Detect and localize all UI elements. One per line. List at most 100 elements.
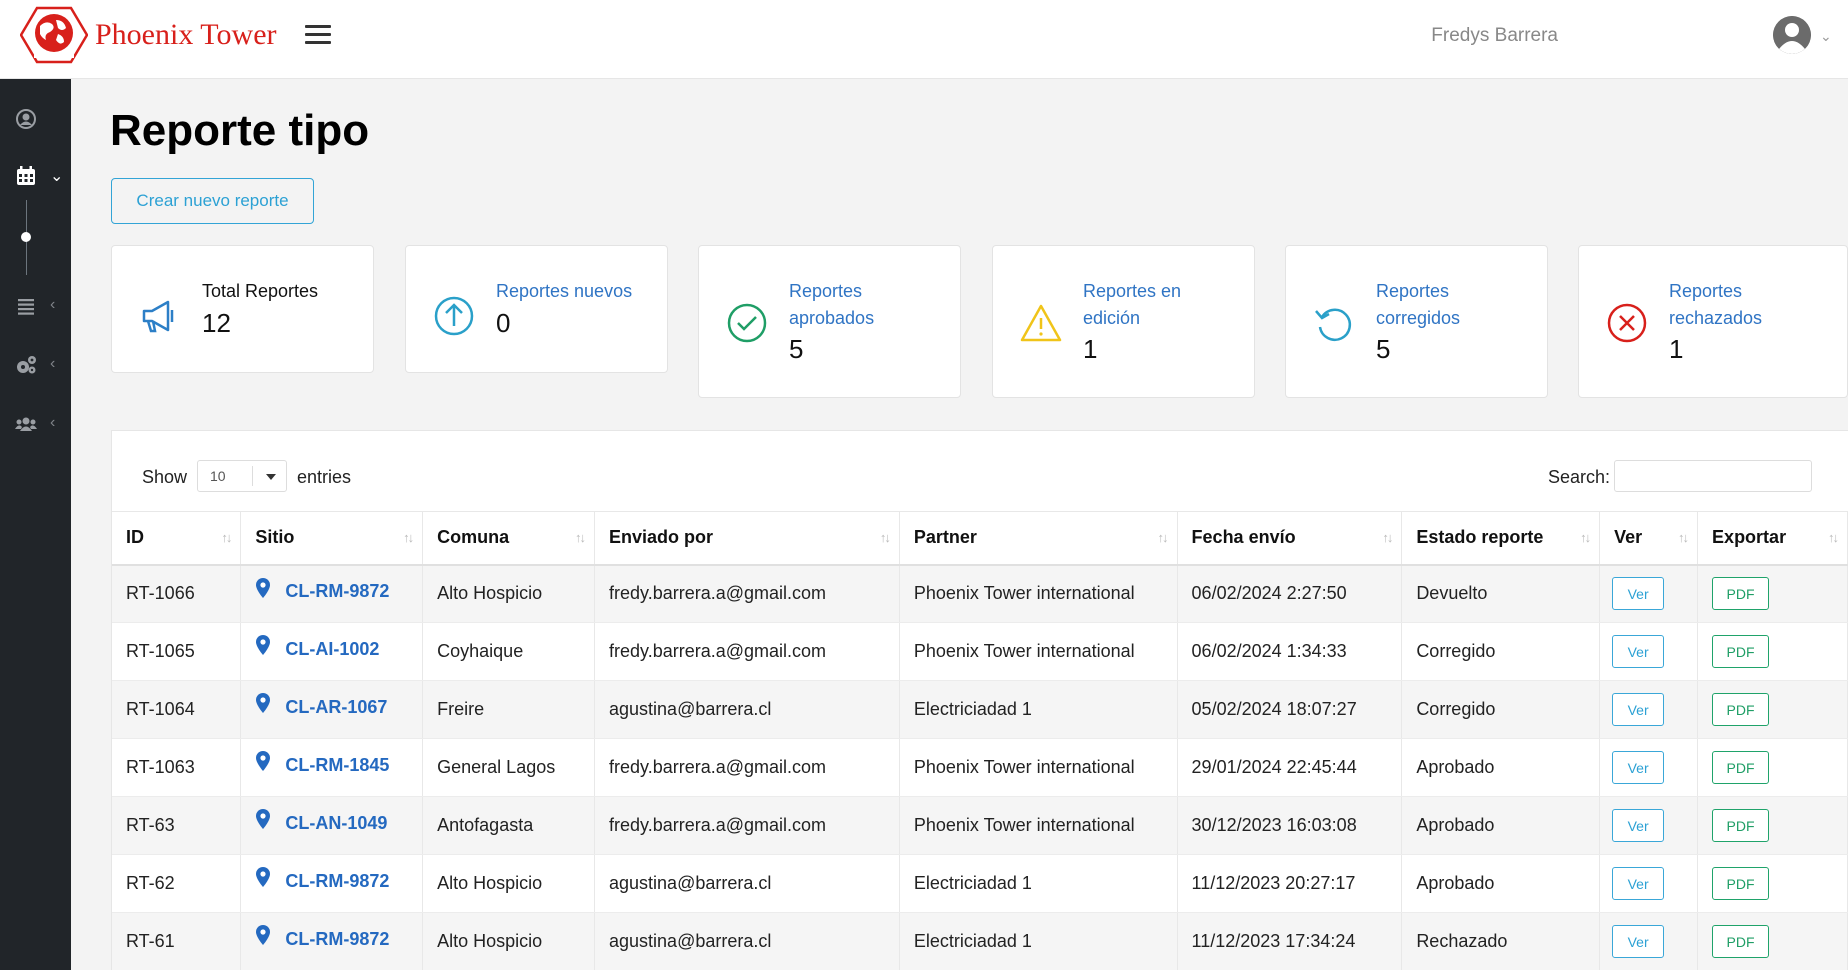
map-pin-icon xyxy=(256,925,271,946)
sort-icon: ↑↓ xyxy=(221,530,232,545)
view-button[interactable]: Ver xyxy=(1612,809,1665,842)
view-button[interactable]: Ver xyxy=(1612,635,1665,668)
sidebar-item-users[interactable]: ‹ xyxy=(0,404,71,444)
stat-card-rejected: Reportes rechazados 1 xyxy=(1578,245,1848,398)
cell-fecha: 11/12/2023 17:34:24 xyxy=(1177,912,1403,970)
column-header-exportar[interactable]: Exportar ↑↓ xyxy=(1697,511,1848,566)
column-header-id[interactable]: ID ↑↓ xyxy=(112,511,242,566)
site-code: CL-AI-1002 xyxy=(285,638,380,659)
site-link[interactable]: CL-RM-9872 xyxy=(255,925,389,950)
user-avatar[interactable] xyxy=(1773,16,1811,54)
card-value: 12 xyxy=(202,308,231,338)
menu-toggle-icon[interactable] xyxy=(305,25,331,47)
view-button[interactable]: Ver xyxy=(1612,867,1665,900)
column-header-comuna[interactable]: Comuna ↑↓ xyxy=(422,511,596,566)
cell-estado: Rechazado xyxy=(1401,912,1601,970)
x-circle-icon xyxy=(1607,303,1647,343)
cell-partner: Phoenix Tower international xyxy=(899,738,1178,797)
page-size-select[interactable]: 10 xyxy=(197,460,287,492)
export-pdf-button[interactable]: PDF xyxy=(1712,809,1770,842)
site-link[interactable]: CL-RM-9872 xyxy=(255,867,390,892)
user-name[interactable]: Fredys Barrera xyxy=(1431,25,1558,47)
page-title: Reporte tipo xyxy=(110,106,370,155)
cell-exportar: PDF xyxy=(1697,564,1848,623)
site-link[interactable]: CL-AI-1002 xyxy=(255,635,380,660)
export-pdf-button[interactable]: PDF xyxy=(1712,635,1770,668)
cell-ver: Ver xyxy=(1599,564,1699,623)
sidebar-item-calendar[interactable]: ⌄ xyxy=(0,156,71,196)
sidebar-item-profile[interactable] xyxy=(0,99,71,139)
cell-ver: Ver xyxy=(1599,622,1699,681)
page-size-value: 10 xyxy=(210,468,226,484)
search-input[interactable] xyxy=(1614,460,1812,492)
site-link[interactable]: CL-RM-1845 xyxy=(255,751,389,776)
cell-estado: Devuelto xyxy=(1401,564,1601,623)
entries-label: entries xyxy=(297,467,352,487)
chevron-down-icon[interactable]: ⌄ xyxy=(1820,28,1832,45)
column-header-fecha[interactable]: Fecha envío ↑↓ xyxy=(1177,511,1403,566)
cell-sitio: CL-AR-1067 xyxy=(240,680,424,739)
cell-enviado: fredy.barrera.a@gmail.com xyxy=(594,564,900,623)
sort-icon: ↑↓ xyxy=(1580,530,1591,545)
cell-id: RT-1066 xyxy=(112,564,242,623)
cell-enviado: fredy.barrera.a@gmail.com xyxy=(594,622,900,681)
cell-exportar: PDF xyxy=(1697,796,1848,855)
sidebar-item-settings[interactable]: ‹ xyxy=(0,345,71,385)
card-value: 5 xyxy=(789,334,804,364)
sort-icon: ↑↓ xyxy=(403,530,414,545)
stat-card-corrected: Reportes corregidos 5 xyxy=(1285,245,1548,398)
cell-sitio: CL-RM-9872 xyxy=(240,564,424,623)
column-header-ver[interactable]: Ver ↑↓ xyxy=(1599,511,1699,566)
view-button[interactable]: Ver xyxy=(1612,577,1665,611)
calendar-icon xyxy=(17,166,35,185)
submenu-item-dot[interactable] xyxy=(21,232,31,242)
cell-partner: Phoenix Tower international xyxy=(899,796,1178,855)
cell-sitio: CL-RM-9872 xyxy=(240,854,424,913)
reports-table-panel: Show 10 entries Search: ID ↑↓ Sitio ↑↓ Com… xyxy=(111,430,1848,970)
table-row: RT-63 CL-AN-1049 Antofagasta fredy.barrera.… xyxy=(112,796,1848,855)
phoenix-logo xyxy=(20,6,88,64)
column-header-estado[interactable]: Estado reporte ↑↓ xyxy=(1401,511,1601,566)
export-pdf-button[interactable]: PDF xyxy=(1712,577,1770,611)
site-link[interactable]: CL-AN-1049 xyxy=(255,809,388,834)
refresh-icon xyxy=(1315,308,1352,341)
create-report-button[interactable]: Crear nuevo reporte xyxy=(111,178,314,224)
chevron-left-icon: ‹ xyxy=(50,296,56,313)
stat-card-total: Total Reportes 12 xyxy=(111,245,374,373)
view-button[interactable]: Ver xyxy=(1612,925,1665,958)
export-pdf-button[interactable]: PDF xyxy=(1712,867,1770,900)
site-link[interactable]: CL-RM-9872 xyxy=(255,577,389,602)
sort-icon: ↑↓ xyxy=(1678,530,1689,545)
export-pdf-button[interactable]: PDF xyxy=(1712,693,1770,726)
brand-title[interactable]: Phoenix Tower xyxy=(95,18,277,52)
cell-enviado: agustina@barrera.cl xyxy=(594,912,900,970)
column-header-enviado[interactable]: Enviado por ↑↓ xyxy=(594,511,900,566)
cell-exportar: PDF xyxy=(1697,680,1848,739)
sidebar-item-list[interactable]: ‹ xyxy=(0,286,71,326)
cell-ver: Ver xyxy=(1599,854,1699,913)
megaphone-icon xyxy=(142,300,174,333)
site-link[interactable]: CL-AR-1067 xyxy=(255,693,387,718)
cell-ver: Ver xyxy=(1599,680,1699,739)
card-label: Reportes corregidos xyxy=(1376,281,1461,328)
view-button[interactable]: Ver xyxy=(1612,693,1665,726)
chevron-left-icon: ‹ xyxy=(50,414,56,431)
cell-partner: Electriciadad 1 xyxy=(899,854,1178,913)
column-header-partner[interactable]: Partner ↑↓ xyxy=(899,511,1178,566)
cell-comuna: Alto Hospicio xyxy=(422,564,596,623)
check-circle-icon xyxy=(727,303,767,343)
view-button[interactable]: Ver xyxy=(1612,751,1665,784)
cell-comuna: Antofagasta xyxy=(422,796,596,855)
column-header-sitio[interactable]: Sitio ↑↓ xyxy=(240,511,424,566)
site-code: CL-AN-1049 xyxy=(285,812,388,833)
export-pdf-button[interactable]: PDF xyxy=(1712,925,1770,958)
cell-id: RT-63 xyxy=(112,796,242,855)
site-code: CL-RM-9872 xyxy=(285,870,390,891)
cell-sitio: CL-RM-1845 xyxy=(240,738,424,797)
warning-icon xyxy=(1020,304,1062,342)
card-label: Reportes aprobados xyxy=(789,281,875,328)
cell-id: RT-62 xyxy=(112,854,242,913)
export-pdf-button[interactable]: PDF xyxy=(1712,751,1770,784)
cell-exportar: PDF xyxy=(1697,854,1848,913)
cell-id: RT-61 xyxy=(112,912,242,970)
